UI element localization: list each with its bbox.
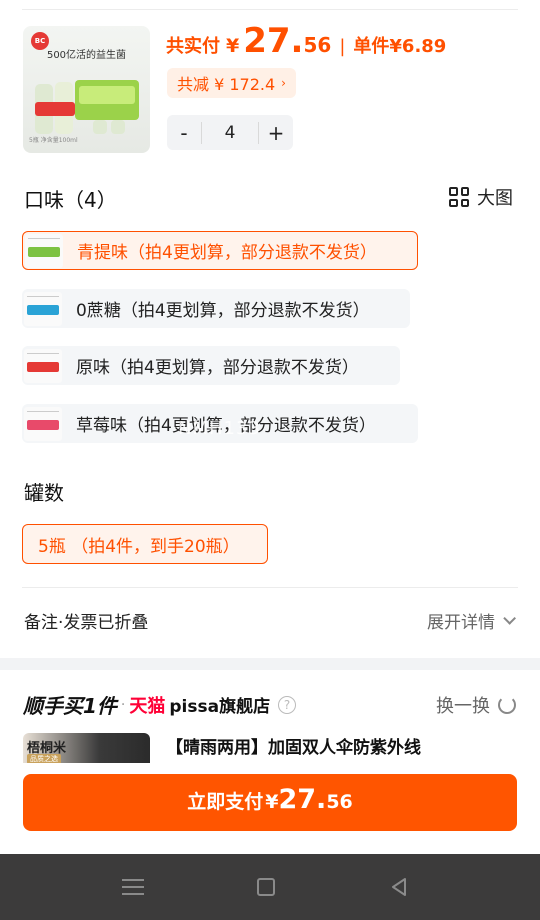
total-paid-label: 共实付 <box>166 36 220 57</box>
total-price-decimal: 56 <box>303 33 332 57</box>
chevron-down-icon <box>503 612 516 625</box>
notes-invoice-label: 备注·发票已折叠 <box>24 613 149 633</box>
unit-price: 单件¥6.89 <box>353 36 447 57</box>
flavor-option-label: 0蔗糖（拍4更划算，部分退款不发货） <box>76 301 370 321</box>
product-image-caption: 500亿活的益生菌 <box>46 50 127 61</box>
pay-currency-symbol: ¥ <box>265 791 279 813</box>
recommended-item-image[interactable]: 梧桐米 品质之选 <box>23 733 150 763</box>
bottle-count-option[interactable]: 5瓶 （拍4件，到手20瓶） <box>22 524 268 564</box>
back-icon[interactable] <box>386 874 412 900</box>
pay-amount-integer: 27. <box>278 784 327 815</box>
flavor-thumbnail <box>25 233 63 268</box>
refresh-recommendation-button[interactable]: 换一换 <box>436 692 516 718</box>
flavor-option-label: 青提味（拍4更划算，部分退款不发货） <box>77 243 377 263</box>
refresh-icon <box>498 696 516 714</box>
recommendation-header: 顺手买1件 · 天猫 pissa旗舰店 ? <box>23 690 297 719</box>
discount-detail-chip[interactable]: 共减 ¥ 172.4 › <box>167 68 296 98</box>
recommended-item-name[interactable]: 【晴雨两用】加固双人伞防紫外线 <box>166 733 421 758</box>
quantity-stepper: - 4 + <box>167 115 293 150</box>
flavor-option-label: 原味（拍4更划算，部分退款不发货） <box>76 358 359 378</box>
recommended-item-tag: 品质之选 <box>27 754 61 763</box>
flavor-option-zero-sugar[interactable]: 0蔗糖（拍4更划算，部分退款不发货） <box>22 289 410 328</box>
product-image[interactable]: BC 500亿活的益生菌 5瓶 净含量100ml <box>23 26 150 153</box>
pay-amount-decimal: 56 <box>326 791 353 813</box>
tmall-logo: 天猫 <box>129 695 166 717</box>
chevron-right-icon: › <box>281 76 286 90</box>
grid-icon <box>449 187 469 207</box>
flavor-option-green-grape[interactable]: 青提味（拍4更划算，部分退款不发货） <box>22 231 418 270</box>
increase-quantity-button[interactable]: + <box>259 115 293 150</box>
section-divider <box>22 587 518 588</box>
currency-symbol: ¥ <box>226 35 240 57</box>
expand-details-label: 展开详情 <box>427 613 495 633</box>
decrease-quantity-button[interactable]: - <box>167 115 201 150</box>
top-divider <box>22 9 518 10</box>
help-icon[interactable]: ? <box>278 695 297 714</box>
product-volume-note: 5瓶 净含量100ml <box>29 137 78 144</box>
quantity-input[interactable]: 4 <box>201 121 259 144</box>
watermark-text: NMH133 <box>178 418 261 439</box>
pay-now-label: 立即支付 <box>187 791 264 813</box>
flavor-section-title: 口味（4） <box>24 188 117 212</box>
refresh-label: 换一换 <box>436 696 490 717</box>
big-view-toggle[interactable]: 大图 <box>449 184 513 210</box>
flavor-thumbnail <box>24 348 62 383</box>
title-dot: · <box>120 696 126 713</box>
section-separator-band <box>0 658 540 670</box>
discount-text: 共减 ¥ 172.4 <box>177 75 276 94</box>
price-summary: 共实付 ¥ 27. 56 | 单件¥6.89 <box>166 24 446 58</box>
pay-now-button[interactable]: 立即支付 ¥ 27. 56 <box>23 774 517 831</box>
bottles-illustration <box>35 80 139 134</box>
expand-details-link[interactable]: 展开详情 <box>427 608 516 633</box>
big-view-label: 大图 <box>477 188 513 209</box>
flavor-option-original[interactable]: 原味（拍4更划算，部分退款不发货） <box>22 346 400 385</box>
home-icon[interactable] <box>253 874 279 900</box>
notes-invoice-row[interactable]: 备注·发票已折叠 展开详情 <box>0 600 540 638</box>
price-separator: | <box>339 36 346 57</box>
system-navigation-bar <box>0 854 540 920</box>
flavor-thumbnail <box>24 406 62 441</box>
store-name[interactable]: pissa旗舰店 <box>169 692 270 717</box>
bottle-count-section-title: 罐数 <box>24 481 64 505</box>
recommendation-title: 顺手买1件 <box>23 694 117 718</box>
total-price-integer: 27. <box>243 21 304 61</box>
flavor-thumbnail <box>24 291 62 326</box>
recent-apps-icon[interactable] <box>120 874 146 900</box>
